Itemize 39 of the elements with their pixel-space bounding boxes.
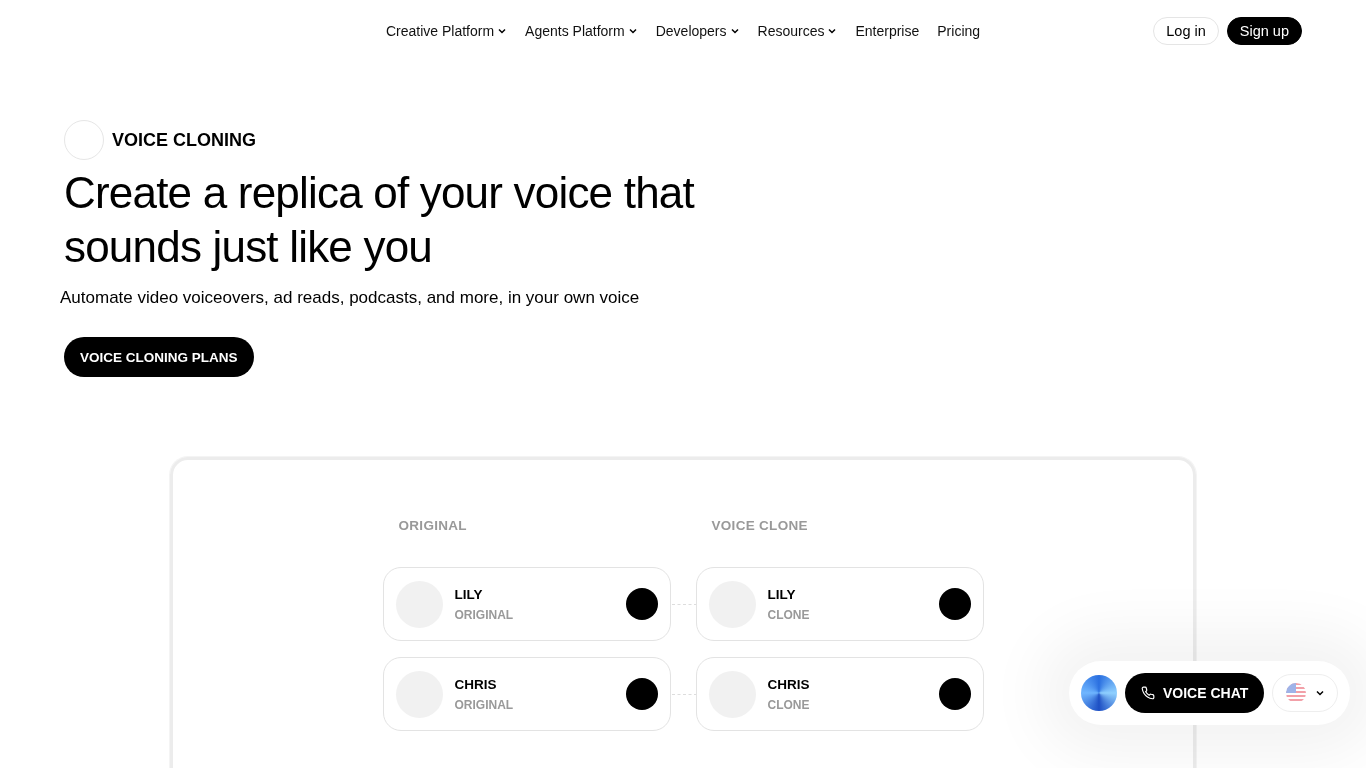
play-button[interactable]: [938, 678, 971, 710]
voice-name: CHRIS: [767, 676, 811, 692]
login-button[interactable]: Log in: [1153, 17, 1219, 45]
voice-tag: ORIGINAL: [454, 697, 614, 712]
voice-card[interactable]: CHRIS ORIGINAL: [382, 657, 671, 731]
play-button[interactable]: [625, 588, 658, 620]
voice-name: LILY: [767, 586, 797, 602]
phone-icon: [1141, 686, 1155, 700]
plans-button[interactable]: VOICE CLONING PLANS: [64, 337, 254, 377]
nav-link[interactable]: Pricing: [937, 23, 981, 39]
voice-card[interactable]: CHRIS CLONE: [695, 657, 984, 731]
nav-link[interactable]: Agents Platform: [525, 23, 638, 39]
voice-tag: ORIGINAL: [454, 607, 614, 622]
hero-subtitle: Automate video voiceovers, ad reads, podcasts, and more, in your own voice: [60, 288, 641, 308]
orb-icon: [1081, 675, 1117, 711]
nav-link[interactable]: Creative Platform: [385, 23, 508, 39]
voice-tag: CLONE: [767, 697, 927, 712]
eyebrow-label: VOICE CLONING: [112, 129, 256, 151]
voice-card[interactable]: LILY ORIGINAL: [382, 567, 671, 641]
voice-card[interactable]: LILY CLONE: [695, 567, 984, 641]
column-heading: ORIGINAL: [397, 518, 468, 533]
nav-link[interactable]: Developers: [655, 23, 740, 39]
play-button[interactable]: [938, 588, 971, 620]
play-button[interactable]: [625, 678, 658, 710]
voice-chat-button[interactable]: VOICE CHAT: [1125, 673, 1265, 713]
voice-name: LILY: [454, 586, 484, 602]
hero-title: Create a replica of your voice that sounds just like you: [64, 167, 696, 273]
chevron-down-icon: [827, 26, 838, 36]
nav-link[interactable]: Enterprise: [855, 23, 920, 39]
chevron-down-icon: [627, 26, 638, 36]
voice-name: CHRIS: [454, 676, 498, 692]
chevron-down-icon: [1314, 688, 1325, 698]
signup-button[interactable]: Sign up: [1226, 17, 1302, 45]
column-heading: VOICE CLONE: [710, 518, 809, 533]
nav-link[interactable]: Resources: [757, 23, 838, 39]
chevron-down-icon: [497, 26, 508, 36]
flag-icon: [1285, 683, 1306, 703]
chevron-down-icon: [729, 26, 740, 36]
voice-tag: CLONE: [767, 607, 927, 622]
